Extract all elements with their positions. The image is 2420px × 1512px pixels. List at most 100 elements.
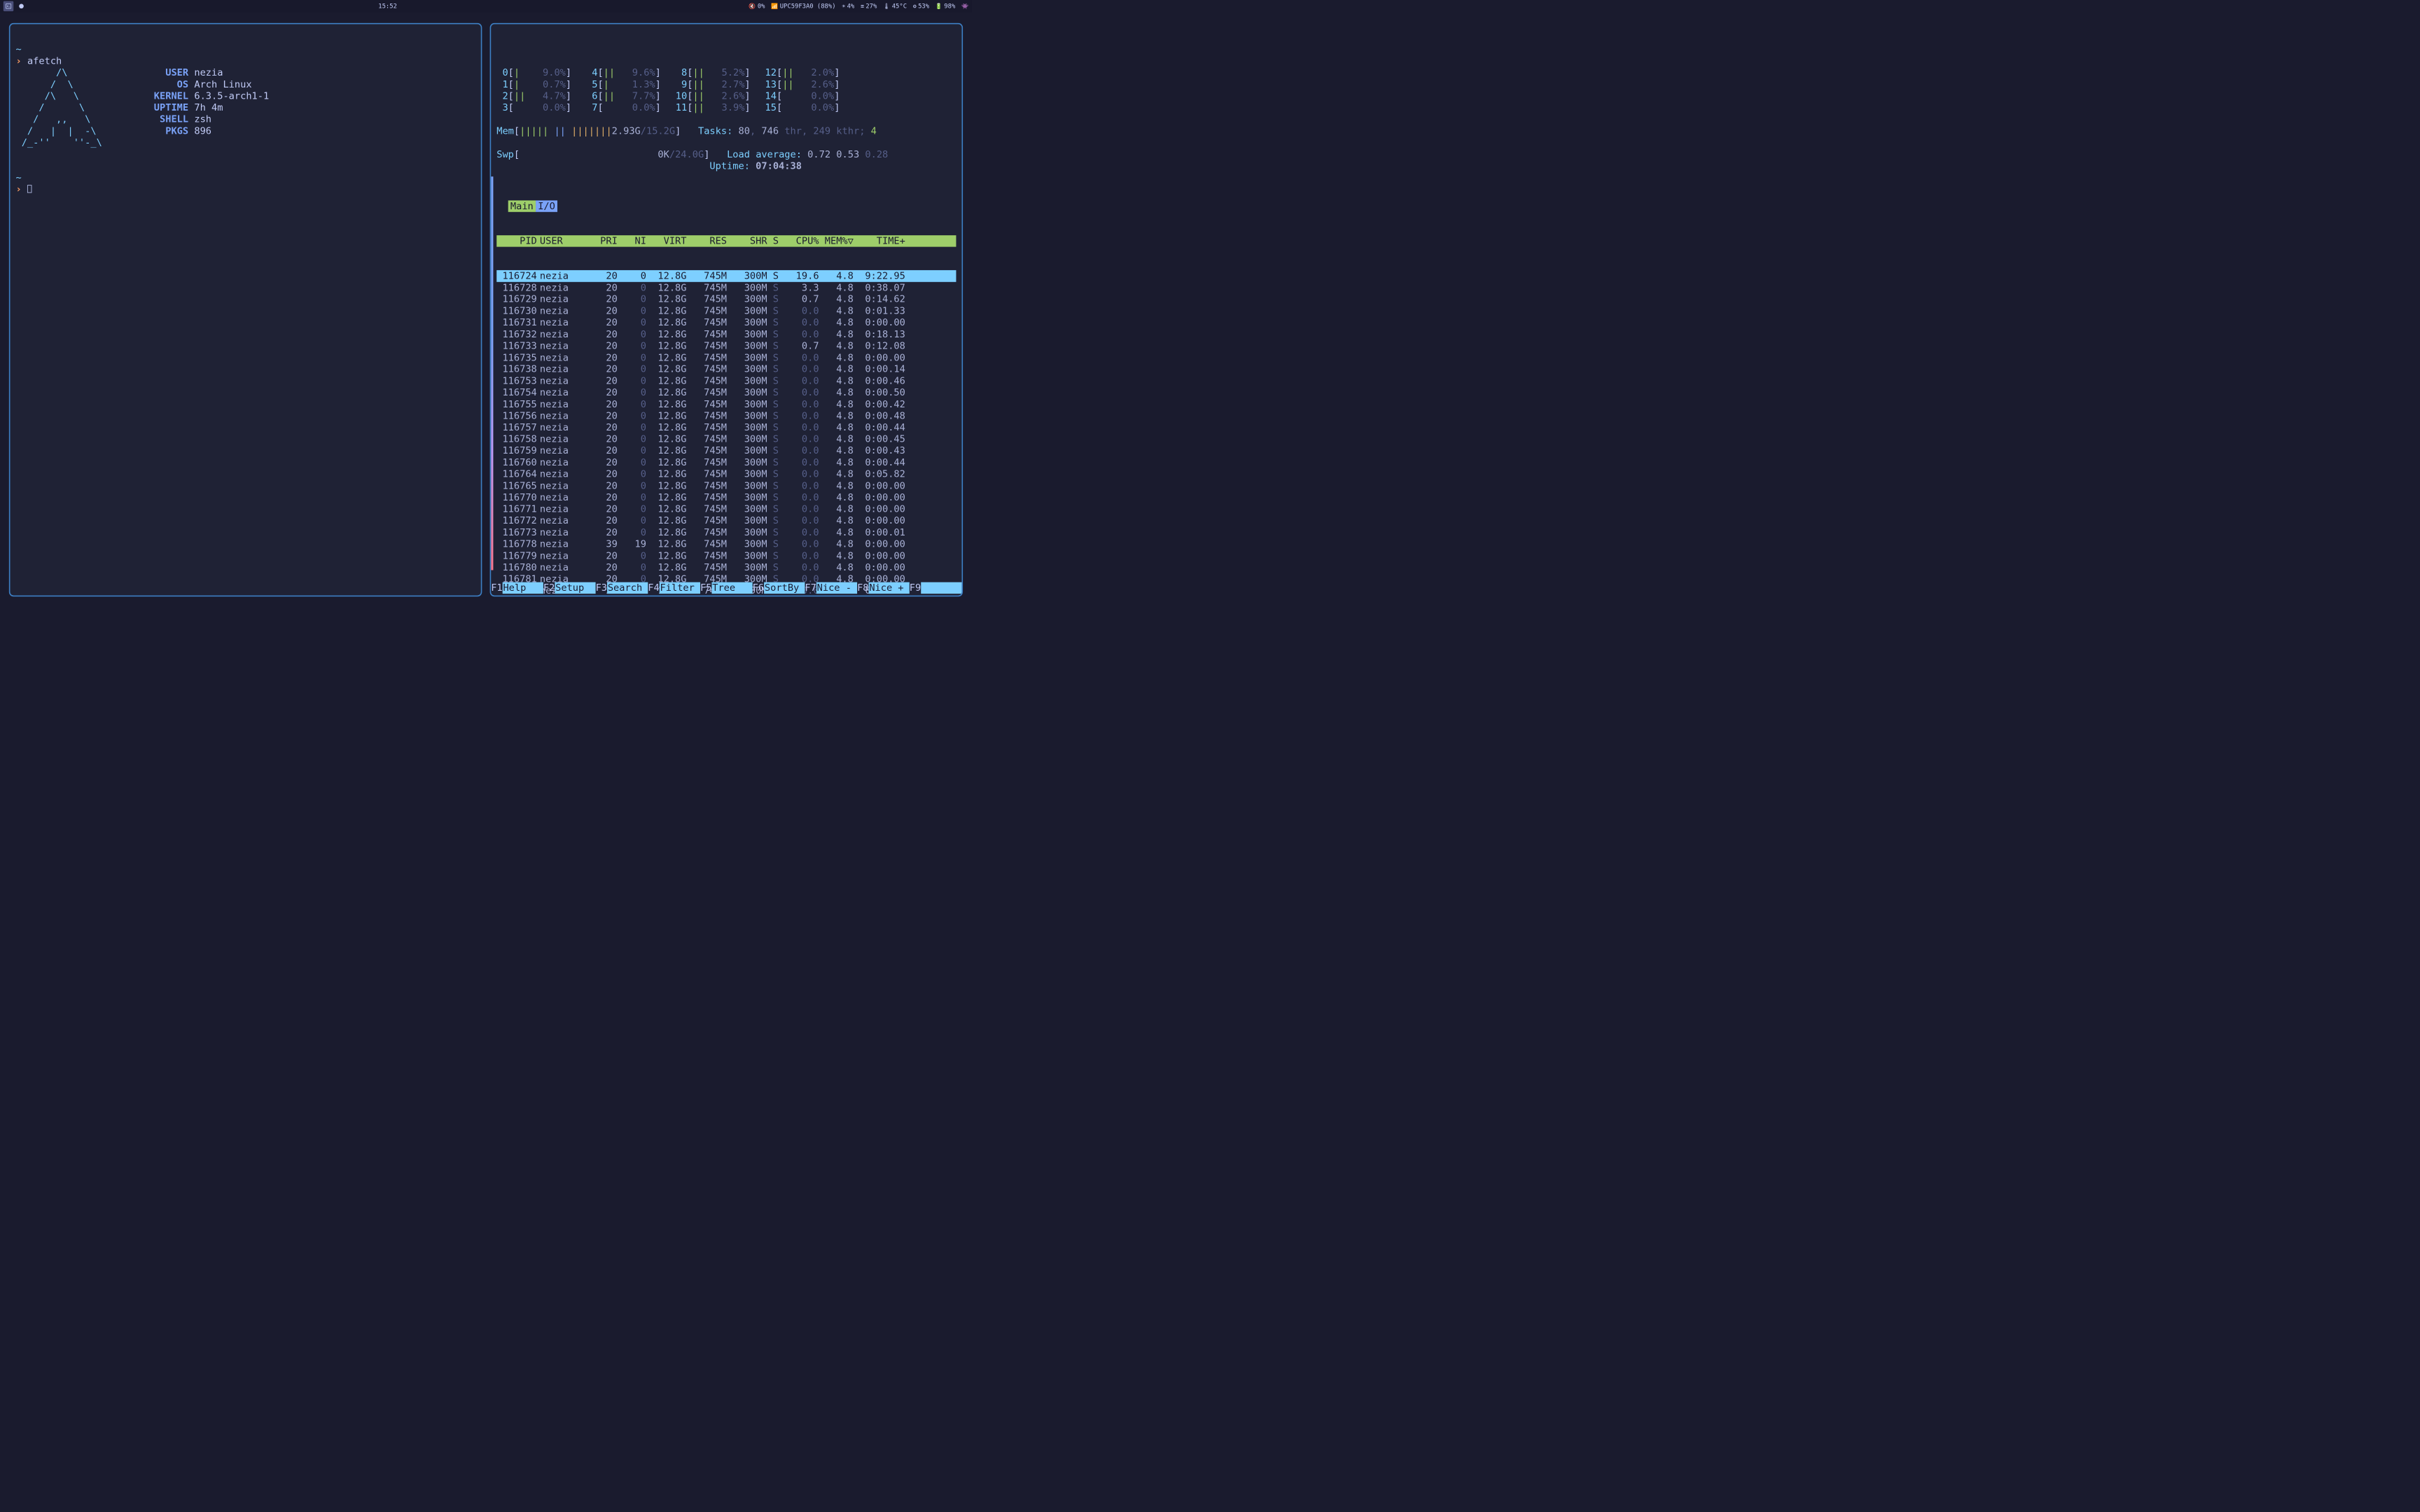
fnkey-F1[interactable]: F1 [491, 582, 502, 594]
fnkey-F1-label[interactable]: Help [503, 582, 543, 594]
cpu-meters: 0[| 9.0%] 1[| 0.7%] 2[|| 4.7%] 3[ 0.0%] … [496, 67, 956, 114]
process-row[interactable]: 116756nezia20012.8G745M300MS0.04.80:00.4… [496, 410, 956, 422]
tray-cpu-value: 53% [918, 3, 929, 10]
header-pid[interactable]: PID [496, 235, 537, 247]
fnkey-F9[interactable]: F9 [910, 582, 921, 594]
header-pri[interactable]: PRI [577, 235, 618, 247]
fnkey-F2-label[interactable]: Setup [555, 582, 595, 594]
header-user[interactable]: USER [537, 235, 578, 247]
fnkey-F5[interactable]: F5 [700, 582, 711, 594]
process-row[interactable]: 116728nezia20012.8G745M300MS3.34.80:38.0… [496, 282, 956, 294]
process-row[interactable]: 116765nezia20012.8G745M300MS0.04.80:00.0… [496, 480, 956, 492]
process-row[interactable]: 116754nezia20012.8G745M300MS0.04.80:00.5… [496, 387, 956, 399]
battery-icon: 🔋 [936, 3, 943, 10]
tab-main[interactable]: Main [508, 200, 536, 212]
fnkey-F4-label[interactable]: Filter [660, 582, 700, 594]
process-list[interactable]: 116724nezia20012.8G745M300MS19.64.89:22.… [496, 270, 956, 596]
thermometer-icon: 🌡 [883, 3, 890, 10]
process-row[interactable]: 116773nezia20012.8G745M300MS0.04.80:00.0… [496, 526, 956, 538]
process-header[interactable]: PID USER PRI NI VIRT RES SHR S CPU% MEM%… [496, 235, 956, 247]
fnkey-F7-label[interactable]: Nice - [816, 582, 857, 594]
process-row[interactable]: 116772nezia20012.8G745M300MS0.04.80:00.0… [496, 515, 956, 527]
wifi-icon: 📶 [771, 3, 778, 10]
process-row[interactable]: 116731nezia20012.8G745M300MS0.04.80:00.0… [496, 317, 956, 329]
header-time[interactable]: TIME+ [854, 235, 905, 247]
terminal-left-pane[interactable]: ~ › afetch /\ USER nezia / \ OS Arch Lin… [9, 23, 482, 596]
afetch-output: /\ USER nezia / \ OS Arch Linux /\ \ KER… [15, 67, 475, 149]
header-shr[interactable]: SHR [727, 235, 767, 247]
tray-cpu[interactable]: ⚙53% [913, 3, 929, 10]
tray-battery-value: 98% [944, 3, 955, 10]
disk-icon: ≡ [861, 3, 864, 10]
process-row[interactable]: 116760nezia20012.8G745M300MS0.04.80:00.4… [496, 457, 956, 469]
tray-disk-value: 27% [865, 3, 877, 10]
process-row[interactable]: 116764nezia20012.8G745M300MS0.04.80:05.8… [496, 468, 956, 480]
workspace: ~ › afetch /\ USER nezia / \ OS Arch Lin… [0, 13, 972, 608]
process-row[interactable]: 116724nezia20012.8G745M300MS19.64.89:22.… [496, 270, 956, 282]
scroll-accent [491, 176, 493, 570]
header-res[interactable]: RES [686, 235, 727, 247]
process-row[interactable]: 116729nezia20012.8G745M300MS0.74.80:14.6… [496, 293, 956, 305]
memory-meter: Mem[||||| || |||||||2.93G/15.2G] Tasks: … [496, 125, 956, 137]
command-afetch: afetch [27, 55, 62, 66]
process-row[interactable]: 116770nezia20012.8G745M300MS0.04.80:00.0… [496, 492, 956, 504]
fnkey-F6[interactable]: F6 [753, 582, 764, 594]
clock: 15:52 [27, 3, 749, 10]
fnkey-F6-label[interactable]: SortBy [764, 582, 805, 594]
tray-wifi[interactable]: 📶UPC59F3A0 (88%) [771, 3, 835, 10]
fnkey-F2[interactable]: F2 [543, 582, 555, 594]
taskbar-browser-button[interactable] [16, 1, 26, 11]
process-row[interactable]: 116733nezia20012.8G745M300MS0.74.80:12.0… [496, 340, 956, 352]
fnkey-F7[interactable]: F7 [805, 582, 816, 594]
prompt-symbol: › [15, 55, 21, 66]
fnkey-F8[interactable]: F8 [857, 582, 868, 594]
htop-tabs: MainI/O [496, 200, 956, 212]
process-row[interactable]: 116759nezia20012.8G745M300MS0.04.80:00.4… [496, 445, 956, 457]
tray-discord[interactable]: 👾 [961, 3, 968, 10]
tray-volume-value: 0% [758, 3, 765, 10]
header-ni[interactable]: NI [618, 235, 646, 247]
header-virt[interactable]: VIRT [646, 235, 687, 247]
fnkey-F3-label[interactable]: Search [607, 582, 648, 594]
terminal-cursor[interactable] [27, 185, 32, 192]
process-row[interactable]: 116732nezia20012.8G745M300MS0.04.80:18.1… [496, 328, 956, 340]
process-row[interactable]: 116778nezia391912.8G745M300MS0.04.80:00.… [496, 538, 956, 550]
taskbar-terminal-button[interactable] [4, 1, 13, 11]
process-row[interactable]: 116779nezia20012.8G745M300MS0.04.80:00.0… [496, 550, 956, 562]
tray-disk[interactable]: ≡27% [861, 3, 877, 10]
tray-volume[interactable]: 🔇0% [749, 3, 765, 10]
process-row[interactable]: 116758nezia20012.8G745M300MS0.04.80:00.4… [496, 433, 956, 445]
tray-brightness-value: 4% [847, 3, 855, 10]
process-row[interactable]: 116757nezia20012.8G745M300MS0.04.80:00.4… [496, 422, 956, 434]
terminal-icon [6, 3, 12, 9]
fnkey-F8-label[interactable]: Nice + [869, 582, 910, 594]
tray-temp[interactable]: 🌡45°C [883, 3, 907, 10]
header-cpu[interactable]: CPU% [779, 235, 819, 247]
gear-icon: ⚙ [913, 3, 917, 10]
tray-brightness[interactable]: ☀4% [842, 3, 854, 10]
fnkey-F3[interactable]: F3 [596, 582, 607, 594]
process-row[interactable]: 116735nezia20012.8G745M300MS0.04.80:00.0… [496, 352, 956, 364]
fnkey-F4[interactable]: F4 [648, 582, 659, 594]
tray-battery[interactable]: 🔋98% [936, 3, 955, 10]
terminal-right-pane[interactable]: 0[| 9.0%] 1[| 0.7%] 2[|| 4.7%] 3[ 0.0%] … [490, 23, 963, 596]
process-row[interactable]: 116755nezia20012.8G745M300MS0.04.80:00.4… [496, 398, 956, 410]
prompt-symbol-2: › [15, 183, 21, 195]
tab-io[interactable]: I/O [536, 200, 557, 212]
process-row[interactable]: 116738nezia20012.8G745M300MS0.04.80:00.1… [496, 363, 956, 375]
tray-temp-value: 45°C [892, 3, 907, 10]
header-mem[interactable]: MEM%▽ [819, 235, 854, 247]
discord-icon: 👾 [961, 3, 968, 10]
process-row[interactable]: 116730nezia20012.8G745M300MS0.04.80:01.3… [496, 305, 956, 317]
prompt-cwd: ~ [15, 43, 21, 55]
process-row[interactable]: 116771nezia20012.8G745M300MS0.04.80:00.0… [496, 503, 956, 515]
fnkey-F5-label[interactable]: Tree [711, 582, 752, 594]
function-key-bar: F1HelpF2SetupF3SearchF4FilterF5TreeF6Sor… [491, 582, 961, 594]
header-state[interactable]: S [767, 235, 779, 247]
process-row[interactable]: 116780nezia20012.8G745M300MS0.04.80:00.0… [496, 561, 956, 573]
tray-wifi-value: UPC59F3A0 (88%) [780, 3, 836, 10]
process-row[interactable]: 116753nezia20012.8G745M300MS0.04.80:00.4… [496, 375, 956, 387]
fnkey-F9-label[interactable] [921, 582, 961, 594]
swap-meter: Swp[ 0K/24.0G] Load average: 0.72 0.53 0… [496, 148, 956, 172]
volume-mute-icon: 🔇 [749, 3, 756, 10]
